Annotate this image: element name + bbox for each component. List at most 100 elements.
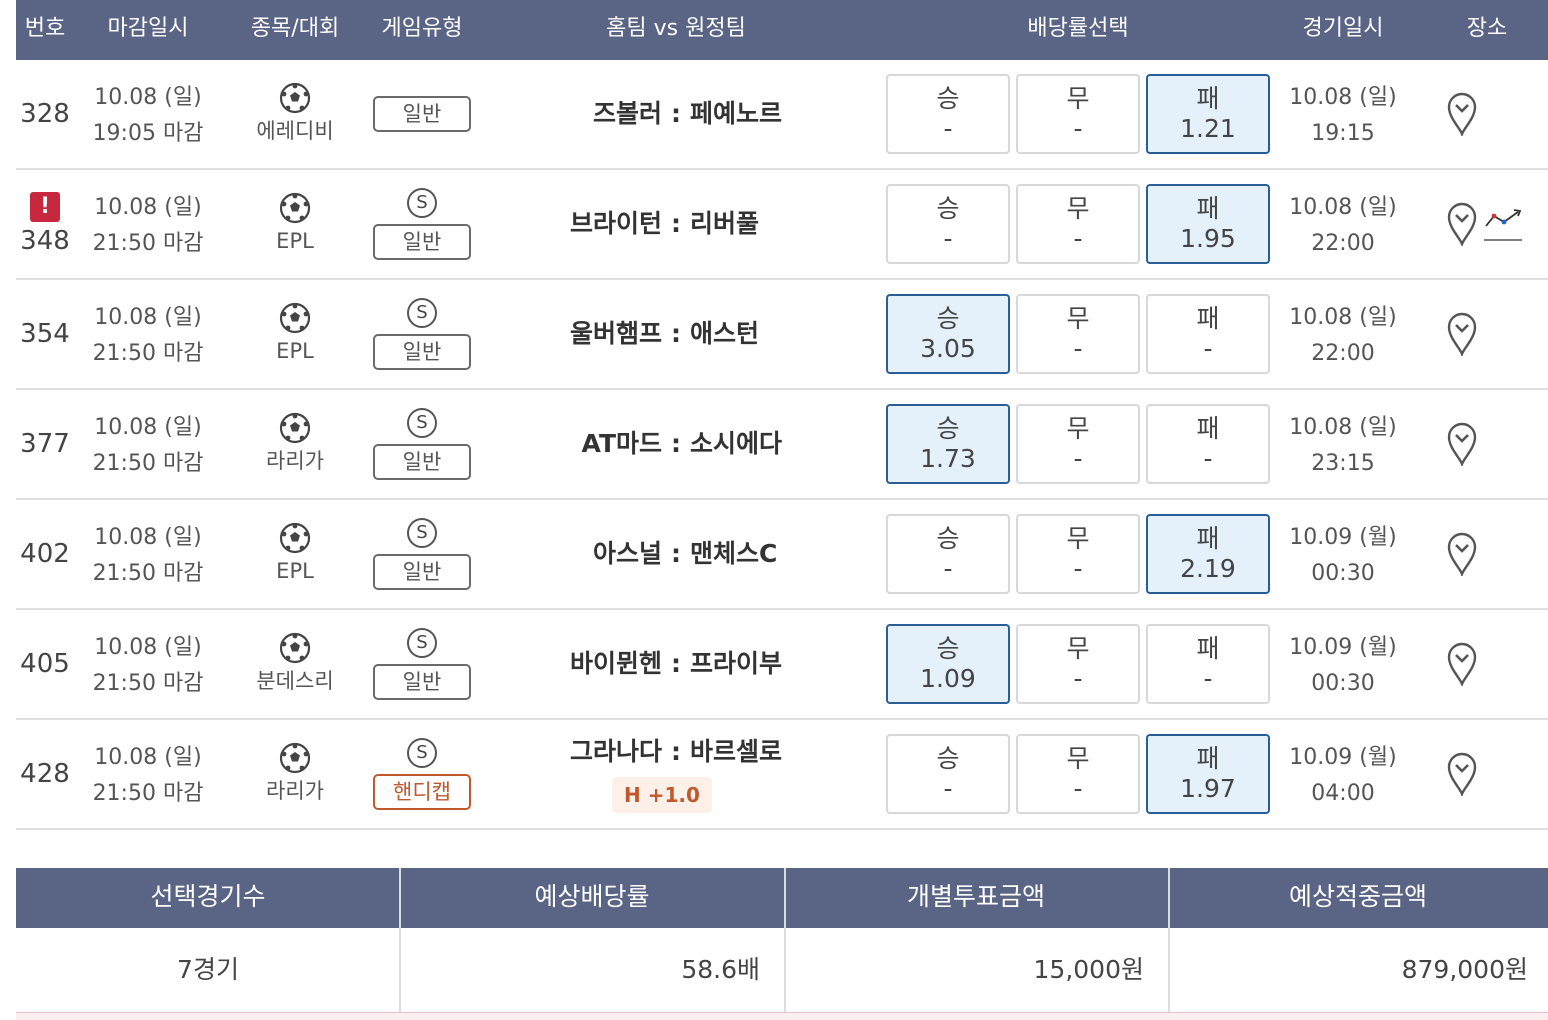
soccer-ball-icon bbox=[236, 302, 354, 334]
map-pin-icon[interactable] bbox=[1446, 640, 1478, 688]
match-number-cell: 402 bbox=[16, 500, 74, 608]
deadline-cell: 10.08 (일) 21:50 마감 bbox=[78, 190, 218, 262]
odds-lose-button[interactable]: 패 1.21 bbox=[1146, 74, 1270, 154]
odds-draw-button[interactable]: 무- bbox=[1016, 624, 1140, 704]
game-date-cell: 10.09 (월) 00:30 bbox=[1278, 630, 1408, 702]
trend-chart-icon[interactable] bbox=[1482, 206, 1524, 242]
map-pin-icon[interactable] bbox=[1446, 200, 1478, 248]
game-type-cell: S 일반 bbox=[372, 170, 472, 278]
odds-win-button[interactable]: 승 3.05 bbox=[886, 294, 1010, 374]
odds-lose-button[interactable]: 패 2.19 bbox=[1146, 514, 1270, 594]
matchup: 울버햄프: 애스턴 bbox=[494, 317, 858, 351]
home-team: 그라나다 bbox=[569, 737, 662, 766]
game-date-cell: 10.09 (월) 04:00 bbox=[1278, 740, 1408, 812]
matchup: AT마드: 소시에다 bbox=[494, 427, 858, 461]
odds-lose-value: - bbox=[1203, 444, 1213, 473]
map-pin-icon[interactable] bbox=[1446, 310, 1478, 358]
game-date-cell: 10.09 (월) 00:30 bbox=[1278, 520, 1408, 592]
away-team: 바르셀로 bbox=[690, 737, 783, 766]
odds-win-label: 승 bbox=[936, 634, 960, 663]
deadline-date: 10.08 (일) bbox=[94, 415, 202, 440]
deadline-cell: 10.08 (일) 21:50 마감 bbox=[78, 740, 218, 812]
game-type-badge: 일반 bbox=[373, 334, 471, 370]
game-type-badge: 핸디캡 bbox=[373, 774, 471, 810]
odds-draw-button[interactable]: 무- bbox=[1016, 184, 1140, 264]
odds-win-button[interactable]: 승- bbox=[886, 734, 1010, 814]
game-date: 10.09 (월) bbox=[1289, 525, 1397, 550]
odds-win-value: - bbox=[943, 114, 953, 143]
match-number-cell: 428 bbox=[16, 720, 74, 828]
deadline-date: 10.08 (일) bbox=[94, 85, 202, 110]
match-number-cell: 377 bbox=[16, 390, 74, 498]
game-time: 04:00 bbox=[1311, 781, 1375, 806]
summary-count-value: 7경기 bbox=[177, 955, 239, 984]
odds-draw-value: - bbox=[1073, 224, 1083, 253]
game-type-badge: 일반 bbox=[373, 96, 471, 132]
deadline-time: 21:50 마감 bbox=[92, 671, 204, 696]
deadline-date: 10.08 (일) bbox=[94, 635, 202, 660]
game-type-cell: S 일반 bbox=[372, 280, 472, 388]
match-number-cell: 405 bbox=[16, 610, 74, 718]
alert-icon[interactable]: ! bbox=[30, 192, 60, 222]
deadline-time: 21:50 마감 bbox=[92, 781, 204, 806]
venue-cell bbox=[1426, 530, 1548, 580]
col-header-game-type: 게임유형 bbox=[381, 16, 463, 41]
deadline-cell: 10.08 (일) 21:50 마감 bbox=[78, 630, 218, 702]
odds-draw-button[interactable]: 무- bbox=[1016, 514, 1140, 594]
odds-win-label: 승 bbox=[936, 414, 960, 443]
bottom-strip bbox=[16, 1012, 1548, 1020]
odds-draw-value: - bbox=[1073, 114, 1083, 143]
vs-separator: : bbox=[671, 539, 681, 568]
odds-win-button[interactable]: 승- bbox=[886, 184, 1010, 264]
odds-draw-value: - bbox=[1073, 664, 1083, 693]
game-time: 00:30 bbox=[1311, 561, 1375, 586]
map-pin-icon[interactable] bbox=[1446, 750, 1478, 798]
odds-draw-label: 무 bbox=[1066, 634, 1090, 663]
venue-cell bbox=[1426, 200, 1548, 250]
odds-draw-value: - bbox=[1073, 334, 1083, 363]
odds-draw-label: 무 bbox=[1066, 194, 1090, 223]
odds-win-button[interactable]: 승 1.09 bbox=[886, 624, 1010, 704]
odds-draw-label: 무 bbox=[1066, 524, 1090, 553]
odds-win-value: - bbox=[943, 774, 953, 803]
summary-header-payout: 예상적중금액 bbox=[1288, 882, 1427, 911]
matchup-cell: 울버햄프: 애스턴 bbox=[486, 280, 866, 388]
special-badge: S bbox=[407, 298, 437, 328]
matchup-cell: 브라이턴: 리버풀 bbox=[486, 170, 866, 278]
game-type-cell: 일반 bbox=[372, 60, 472, 168]
odds-lose-label: 패 bbox=[1196, 414, 1220, 443]
match-row: ! 348 10.08 (일) 21:50 마감 EPL S 일반 브라이턴: 리버풀 승 - 무 - 패… bbox=[16, 170, 1548, 280]
vs-separator: : bbox=[671, 99, 681, 128]
match-row: 405 10.08 (일) 21:50 마감 분데스리 S 일반 바이뮌헨: 프라이부 승 1.0… bbox=[16, 610, 1548, 720]
odds-win-button[interactable]: 승- bbox=[886, 514, 1010, 594]
map-pin-icon[interactable] bbox=[1446, 90, 1478, 138]
odds-draw-button[interactable]: 무- bbox=[1016, 734, 1140, 814]
col-header-deadline: 마감일시 bbox=[107, 16, 189, 41]
odds-lose-button[interactable]: 패- bbox=[1146, 624, 1270, 704]
col-header-game-date: 경기일시 bbox=[1302, 16, 1384, 41]
odds-lose-button[interactable]: 패 1.97 bbox=[1146, 734, 1270, 814]
odds-lose-button[interactable]: 패 1.95 bbox=[1146, 184, 1270, 264]
odds-win-button[interactable]: 승- bbox=[886, 74, 1010, 154]
league-name: EPL bbox=[276, 229, 314, 253]
odds-draw-button[interactable]: 무- bbox=[1016, 294, 1140, 374]
game-date: 10.09 (월) bbox=[1289, 745, 1397, 770]
deadline-time: 21:50 마감 bbox=[92, 341, 204, 366]
deadline-date: 10.08 (일) bbox=[94, 305, 202, 330]
odds-draw-button[interactable]: 무- bbox=[1016, 74, 1140, 154]
odds-win-label: 승 bbox=[936, 524, 960, 553]
map-pin-icon[interactable] bbox=[1446, 530, 1478, 578]
odds-lose-value: 1.95 bbox=[1180, 224, 1236, 253]
home-team: 즈볼러 bbox=[592, 99, 662, 128]
odds-lose-button[interactable]: 패- bbox=[1146, 294, 1270, 374]
home-team: 울버햄프 bbox=[569, 319, 662, 348]
match-number: 354 bbox=[20, 319, 70, 349]
odds-win-button[interactable]: 승 1.73 bbox=[886, 404, 1010, 484]
odds-draw-button[interactable]: 무- bbox=[1016, 404, 1140, 484]
odds-lose-button[interactable]: 패- bbox=[1146, 404, 1270, 484]
handicap-value-badge: H +1.0 bbox=[612, 777, 712, 813]
game-type-badge: 일반 bbox=[373, 444, 471, 480]
odds-lose-label: 패 bbox=[1196, 304, 1220, 333]
map-pin-icon[interactable] bbox=[1446, 420, 1478, 468]
league-cell: 분데스리 bbox=[236, 632, 354, 696]
